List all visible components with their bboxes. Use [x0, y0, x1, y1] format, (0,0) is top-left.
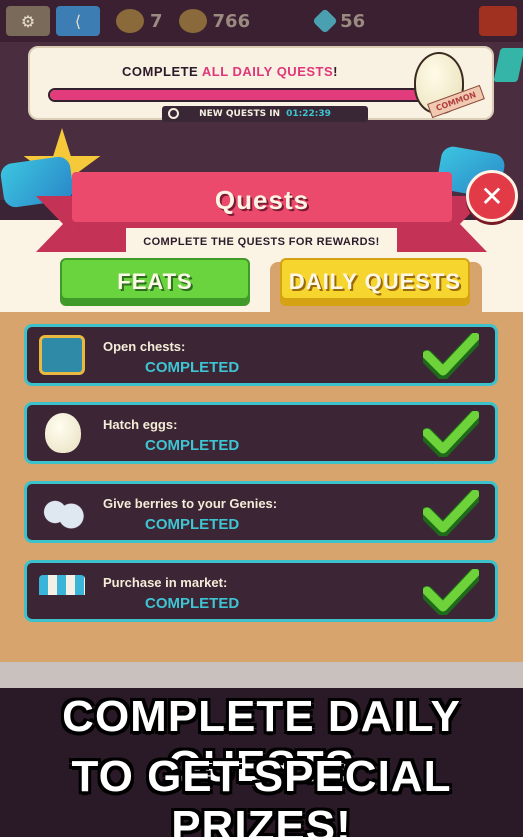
panel-bottom-edge — [0, 662, 523, 688]
coins-value: 7 — [150, 10, 163, 32]
checkmark-icon — [423, 569, 479, 615]
tab-daily-quests-label: Daily Quests — [288, 269, 462, 294]
title-suffix: ! — [333, 64, 338, 79]
quest-label: Hatch eggs: — [103, 417, 178, 432]
new-quests-label: New quests in — [199, 109, 281, 119]
daily-progress-card: Complete all daily quests! New quests in… — [28, 46, 494, 122]
gems-stat: 56 — [312, 8, 366, 34]
new-quests-time: 01:22:39 — [286, 109, 331, 119]
gold-stat: 766 — [178, 9, 251, 33]
chest-icon — [39, 335, 85, 375]
checkmark-icon — [423, 411, 479, 457]
market-stall-icon — [39, 575, 85, 595]
quest-row: Purchase in market: Completed — [24, 560, 498, 622]
daily-progress-title: Complete all daily quests! — [30, 64, 430, 79]
quest-label: Open chests: — [103, 339, 186, 354]
gem-icon — [312, 8, 338, 34]
share-icon: ⟨ — [74, 11, 82, 31]
quests-title: Quests — [214, 184, 310, 215]
quest-label: Give berries to your Genies: — [103, 496, 278, 511]
title-prefix: Complete — [122, 64, 202, 79]
quest-status: Completed — [145, 437, 240, 454]
quest-status: Completed — [145, 595, 240, 612]
close-button[interactable]: ✕ — [466, 170, 518, 222]
quests-title-ribbon: Quests — [72, 172, 452, 228]
quest-row: Give berries to your Genies: Completed — [24, 481, 498, 543]
top-hud: ⚙ ⟨ 7 766 56 — [0, 0, 523, 42]
coins-stat: 7 — [116, 9, 163, 33]
tab-feats[interactable]: Feats — [60, 258, 250, 306]
settings-button[interactable]: ⚙ — [6, 6, 50, 36]
gold-value: 766 — [212, 10, 251, 32]
quests-subtitle: Complete the Quests for rewards! — [143, 236, 380, 248]
shop-button[interactable] — [479, 6, 517, 36]
daily-progress-fill — [50, 90, 441, 100]
promo-line-2: TO GET SPECIAL PRIZES! — [71, 752, 452, 837]
close-icon: ✕ — [480, 179, 504, 213]
quest-status: Completed — [145, 516, 240, 533]
quest-label: Purchase in market: — [103, 575, 228, 590]
quest-row: Open chests: Completed — [24, 324, 498, 386]
share-button[interactable]: ⟨ — [56, 6, 100, 36]
egg-icon — [45, 413, 81, 453]
coin-icon — [116, 9, 144, 33]
checkmark-icon — [423, 490, 479, 536]
quest-status: Completed — [145, 359, 240, 376]
tab-daily-quests[interactable]: Daily Quests — [280, 258, 470, 306]
daily-progress-bar — [48, 88, 443, 102]
gold-icon — [178, 9, 207, 33]
gear-icon: ⚙ — [20, 11, 36, 31]
clock-icon — [168, 108, 179, 119]
title-highlight: all daily quests — [201, 64, 334, 79]
tab-feats-label: Feats — [117, 269, 193, 294]
quest-row: Hatch eggs: Completed — [24, 402, 498, 464]
berries-icon — [39, 492, 85, 532]
new-quests-timer: New quests in 01:22:39 — [162, 106, 368, 122]
checkmark-icon — [423, 333, 479, 379]
gems-value: 56 — [340, 10, 366, 32]
